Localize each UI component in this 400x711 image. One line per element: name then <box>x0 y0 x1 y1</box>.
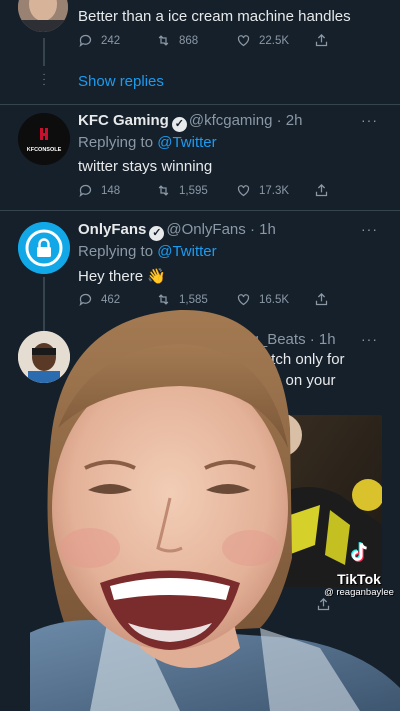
tweet-top[interactable]: Better than a ice cream machine handles … <box>0 0 400 104</box>
display-name[interactable]: KFC Gaming <box>78 112 169 129</box>
retweet-icon <box>158 185 169 196</box>
retweet-button[interactable]: 868 <box>156 33 198 48</box>
retweet-count: 1,585 <box>179 293 208 306</box>
tweet-text: twitter stays winning <box>78 158 213 175</box>
thread-dots: · · · <box>42 69 46 90</box>
retweet-button[interactable]: 1,595 <box>156 183 208 198</box>
tweet-actions: 242 868 22.5K <box>78 33 338 51</box>
show-replies-link[interactable]: Show replies <box>78 73 164 90</box>
verified-badge-icon: ✓ <box>149 226 165 241</box>
kfc-gaming-logo: KFCONSOLE <box>18 113 70 165</box>
avatar[interactable] <box>18 0 68 32</box>
share-button[interactable] <box>314 292 337 307</box>
svg-text:KFCONSOLE: KFCONSOLE <box>27 147 62 153</box>
retweet-button[interactable]: 1,585 <box>156 292 208 307</box>
tiktok-brand: TikTok <box>337 571 381 587</box>
replying-to: Replying to @Twitter <box>78 134 217 151</box>
tweet-onlyfans[interactable]: OnlyFans ✓ @OnlyFans · 1h ··· Replying to … <box>0 211 400 337</box>
avatar[interactable]: KFCONSOLE <box>18 113 70 165</box>
reply-count: 242 <box>101 34 121 47</box>
handle-time[interactable]: @OnlyFans · 1h <box>166 221 275 238</box>
thread-line <box>43 38 45 66</box>
replying-to: Replying to @Twitter <box>78 243 217 260</box>
heart-icon <box>237 35 250 47</box>
tweet-actions: 148 1,595 17.3K <box>78 183 338 201</box>
onlyfans-lock-logo <box>18 222 70 274</box>
tweet-text: Better than a ice cream machine handles <box>78 8 351 25</box>
like-count: 22.5K <box>259 34 290 47</box>
retweet-count: 868 <box>179 34 199 47</box>
handle-time[interactable]: @kfcgaming · 2h <box>189 112 303 129</box>
tiktok-username: @ reaganbaylee <box>324 587 394 598</box>
reply-count: 148 <box>101 184 121 197</box>
share-icon <box>315 183 328 197</box>
user-avatar-image <box>18 0 68 32</box>
replying-to-label: Replying to <box>78 243 158 260</box>
tweet-text: Hey there 👋 <box>78 268 166 285</box>
more-options-icon[interactable]: ··· <box>361 221 378 237</box>
reply-button[interactable]: 242 <box>78 33 120 48</box>
like-button[interactable]: 16.5K <box>236 292 289 307</box>
like-count: 17.3K <box>259 184 290 197</box>
reply-count: 462 <box>101 293 121 306</box>
retweet-count: 1,595 <box>179 184 208 197</box>
retweet-icon <box>158 35 169 46</box>
reply-icon <box>79 34 92 48</box>
share-icon <box>315 292 328 306</box>
reply-icon <box>79 184 92 198</box>
reply-button[interactable]: 462 <box>78 292 120 307</box>
heart-icon <box>237 185 250 197</box>
retweet-icon <box>158 294 169 305</box>
person-face-image <box>30 309 400 711</box>
like-button[interactable]: 22.5K <box>236 33 289 48</box>
share-button[interactable] <box>314 183 337 198</box>
reply-button[interactable]: 148 <box>78 183 120 198</box>
tiktok-watermark: TikTok @ reaganbaylee <box>318 540 400 598</box>
display-name[interactable]: OnlyFans <box>78 221 146 238</box>
verified-badge-icon: ✓ <box>171 117 187 132</box>
reply-target-link[interactable]: @Twitter <box>157 134 216 151</box>
heart-icon <box>237 294 250 306</box>
more-options-icon[interactable]: ··· <box>361 112 378 128</box>
like-count: 16.5K <box>259 293 290 306</box>
avatar[interactable] <box>18 222 70 274</box>
like-button[interactable]: 17.3K <box>236 183 289 198</box>
share-button[interactable] <box>314 33 337 48</box>
tweet-header: OnlyFans ✓ @OnlyFans · 1h <box>78 221 276 241</box>
tiktok-logo-icon <box>351 542 367 562</box>
replying-to-label: Replying to <box>78 134 158 151</box>
reply-target-link[interactable]: @Twitter <box>157 243 216 260</box>
tweet-kfc-gaming[interactable]: KFCONSOLE KFC Gaming ✓ @kfcgaming · 2h ···… <box>0 105 400 209</box>
tweet-header: KFC Gaming ✓ @kfcgaming · 2h <box>78 112 302 132</box>
reply-icon <box>79 293 92 307</box>
video-overlay-person <box>30 308 400 711</box>
share-icon <box>315 33 328 47</box>
